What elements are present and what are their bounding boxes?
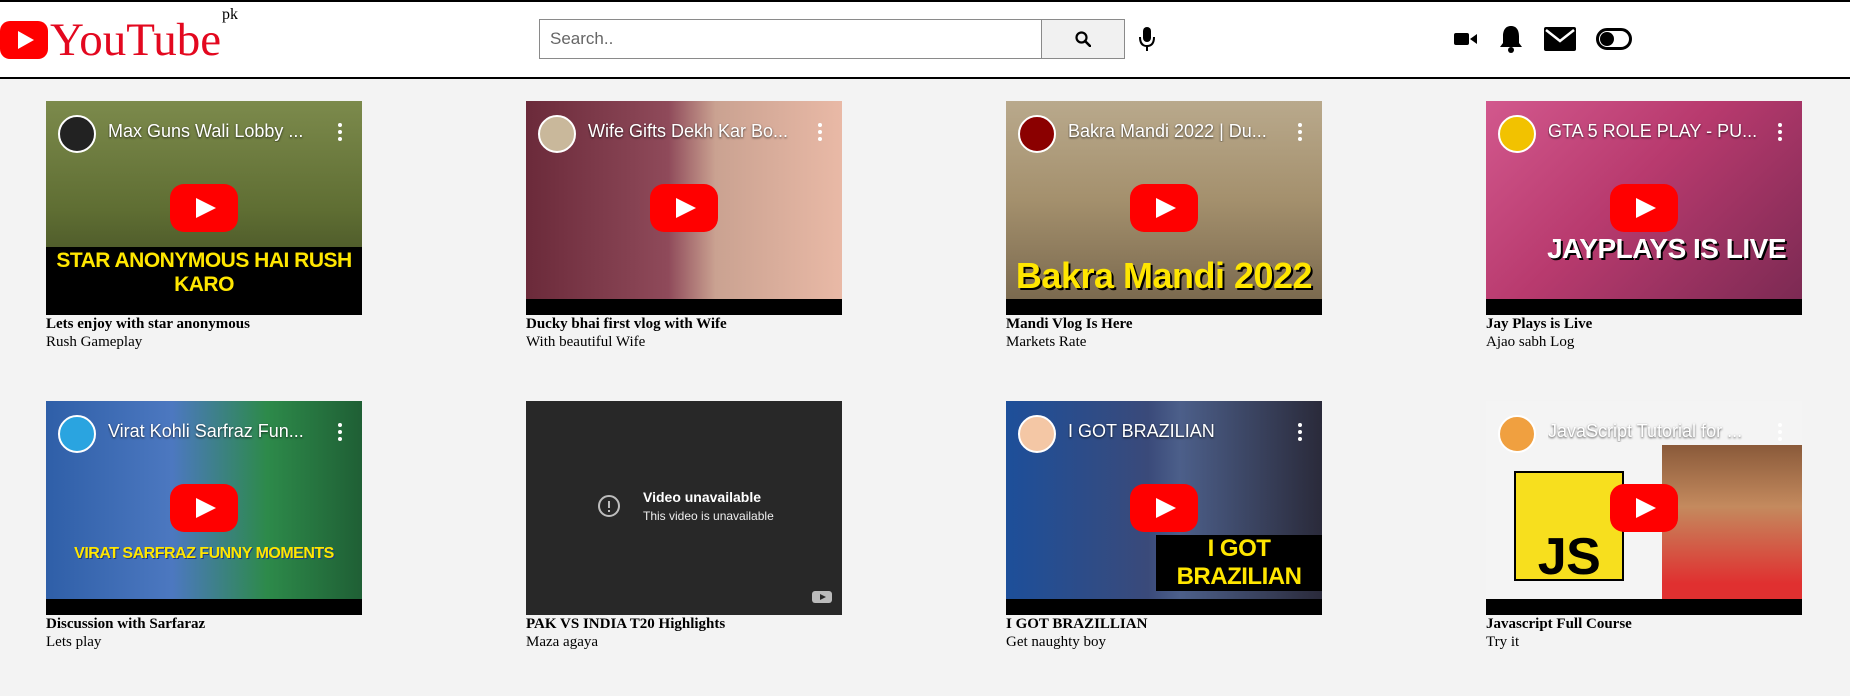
thumbnail-title: Max Guns Wali Lobby ...	[108, 121, 304, 141]
video-card[interactable]: Wife Gifts Dekh Kar Bo... Ducky bhai fir…	[526, 101, 842, 351]
video-subtitle: Markets Rate	[1006, 334, 1087, 350]
search-button[interactable]	[1041, 19, 1125, 59]
video-title[interactable]: Jay Plays is Live	[1486, 315, 1802, 333]
video-title[interactable]: PAK VS INDIA T20 Highlights	[526, 615, 842, 633]
more-options-icon[interactable]	[818, 123, 822, 141]
thumbnail-title: Wife Gifts Dekh Kar Bo...	[588, 121, 789, 141]
video-thumbnail[interactable]: Virat Kohli Sarfraz Fun... VIRAT SARFRAZ…	[46, 401, 362, 615]
video-title[interactable]: Ducky bhai first vlog with Wife	[526, 315, 842, 333]
play-button-icon[interactable]	[170, 484, 238, 532]
video-title[interactable]: Javascript Full Course	[1486, 615, 1802, 633]
more-options-icon[interactable]	[338, 123, 342, 141]
video-card[interactable]: Max Guns Wali Lobby ... STAR ANONYMOUS H…	[46, 101, 362, 351]
video-card[interactable]: Bakra Mandi 2022 | Du... Bakra Mandi 202…	[1006, 101, 1322, 351]
video-card[interactable]: I GOT BRAZILIAN I GOT BRAZILIAN I GOT BR…	[1006, 401, 1322, 651]
channel-avatar	[1018, 415, 1056, 453]
header-actions	[1454, 24, 1632, 54]
top-header: YouTube pk	[0, 0, 1850, 79]
thumbnail-title: I GOT BRAZILIAN	[1068, 421, 1215, 441]
video-subtitle: Ajao sabh Log	[1486, 334, 1575, 350]
theme-toggle[interactable]	[1596, 28, 1632, 50]
logo-country-code: pk	[222, 6, 238, 23]
video-title[interactable]: Discussion with Sarfaraz	[46, 615, 362, 633]
more-options-icon[interactable]	[1778, 423, 1782, 441]
play-button-icon[interactable]	[1610, 184, 1678, 232]
video-camera-icon	[1454, 33, 1477, 45]
video-thumbnail[interactable]: Video unavailable This video is unavaila…	[526, 401, 842, 615]
video-card[interactable]: GTA 5 ROLE PLAY - PU... JAYPLAYS IS LIVE…	[1486, 101, 1802, 351]
channel-avatar	[1498, 115, 1536, 153]
video-subtitle: With beautiful Wife	[526, 334, 646, 350]
video-card[interactable]: Video unavailable This video is unavaila…	[526, 401, 842, 651]
video-title[interactable]: Mandi Vlog Is Here	[1006, 315, 1322, 333]
video-title[interactable]: I GOT BRAZILLIAN	[1006, 615, 1322, 633]
messages-button[interactable]	[1544, 27, 1576, 51]
play-button-icon[interactable]	[650, 184, 718, 232]
more-options-icon[interactable]	[1298, 423, 1302, 441]
search-bar	[539, 19, 1157, 59]
thumbnail-title: Virat Kohli Sarfraz Fun...	[108, 421, 304, 441]
youtube-play-logo-icon	[0, 21, 48, 59]
thumbnail-title: GTA 5 ROLE PLAY - PU...	[1548, 121, 1758, 141]
thumbnail-caption: VIRAT SARFRAZ FUNNY MOMENTS	[74, 545, 334, 562]
play-button-icon[interactable]	[1130, 184, 1198, 232]
channel-avatar	[58, 115, 96, 153]
video-thumbnail[interactable]: Bakra Mandi 2022 | Du... Bakra Mandi 202…	[1006, 101, 1322, 315]
channel-avatar	[1498, 415, 1536, 453]
channel-avatar	[58, 415, 96, 453]
video-card[interactable]: Virat Kohli Sarfraz Fun... VIRAT SARFRAZ…	[46, 401, 362, 651]
search-input[interactable]	[539, 19, 1041, 59]
youtube-mini-icon[interactable]	[812, 591, 832, 603]
alert-icon	[598, 495, 620, 517]
thumbnail-caption: STAR ANONYMOUS HAI RUSH KARO	[46, 247, 362, 299]
bell-icon	[1500, 26, 1522, 53]
more-options-icon[interactable]	[1298, 123, 1302, 141]
video-thumbnail[interactable]: I GOT BRAZILIAN I GOT BRAZILIAN	[1006, 401, 1322, 615]
channel-avatar	[538, 115, 576, 153]
play-button-icon[interactable]	[170, 184, 238, 232]
youtube-logo[interactable]: YouTube	[0, 10, 221, 70]
thumbnail-title: Bakra Mandi 2022 | Du...	[1068, 121, 1267, 141]
more-options-icon[interactable]	[1778, 123, 1782, 141]
video-thumbnail[interactable]: GTA 5 ROLE PLAY - PU... JAYPLAYS IS LIVE	[1486, 101, 1802, 315]
create-video-button[interactable]	[1454, 31, 1478, 47]
thumbnail-caption: I GOT BRAZILIAN	[1156, 535, 1322, 591]
channel-avatar	[1018, 115, 1056, 153]
video-thumbnail[interactable]: Max Guns Wali Lobby ... STAR ANONYMOUS H…	[46, 101, 362, 315]
video-subtitle: Maza agaya	[526, 634, 599, 650]
video-subtitle: Get naughty boy	[1006, 634, 1106, 650]
presenter-image	[1662, 445, 1802, 599]
toggle-icon	[1596, 28, 1632, 50]
thumbnail-caption: JS	[1537, 528, 1601, 586]
video-thumbnail[interactable]: Wife Gifts Dekh Kar Bo...	[526, 101, 842, 315]
envelope-icon	[1544, 27, 1576, 51]
unavailable-title: Video unavailable	[643, 489, 762, 505]
thumbnail-caption: Bakra Mandi 2022	[1015, 255, 1313, 296]
video-subtitle: Try it	[1486, 634, 1520, 650]
search-icon	[1075, 31, 1091, 47]
notifications-button[interactable]	[1498, 24, 1524, 54]
thumbnail-title: JavaScript Tutorial for ...	[1548, 421, 1743, 441]
video-card[interactable]: JavaScript Tutorial for ... JS Javascrip…	[1486, 401, 1802, 651]
thumbnail-caption: JAYPLAYS IS LIVE	[1547, 233, 1786, 264]
microphone-button[interactable]	[1137, 25, 1157, 53]
video-title[interactable]: Lets enjoy with star anonymous	[46, 315, 362, 333]
logo-text: YouTube	[50, 13, 222, 66]
video-subtitle: Rush Gameplay	[46, 334, 143, 350]
play-button-icon[interactable]	[1610, 484, 1678, 532]
video-unavailable-panel: Video unavailable This video is unavaila…	[526, 401, 842, 615]
more-options-icon[interactable]	[338, 423, 342, 441]
microphone-icon	[1139, 27, 1155, 51]
unavailable-subtitle: This video is unavailable	[643, 509, 774, 523]
video-thumbnail[interactable]: JavaScript Tutorial for ... JS	[1486, 401, 1802, 615]
video-subtitle: Lets play	[46, 634, 102, 650]
play-button-icon[interactable]	[1130, 484, 1198, 532]
